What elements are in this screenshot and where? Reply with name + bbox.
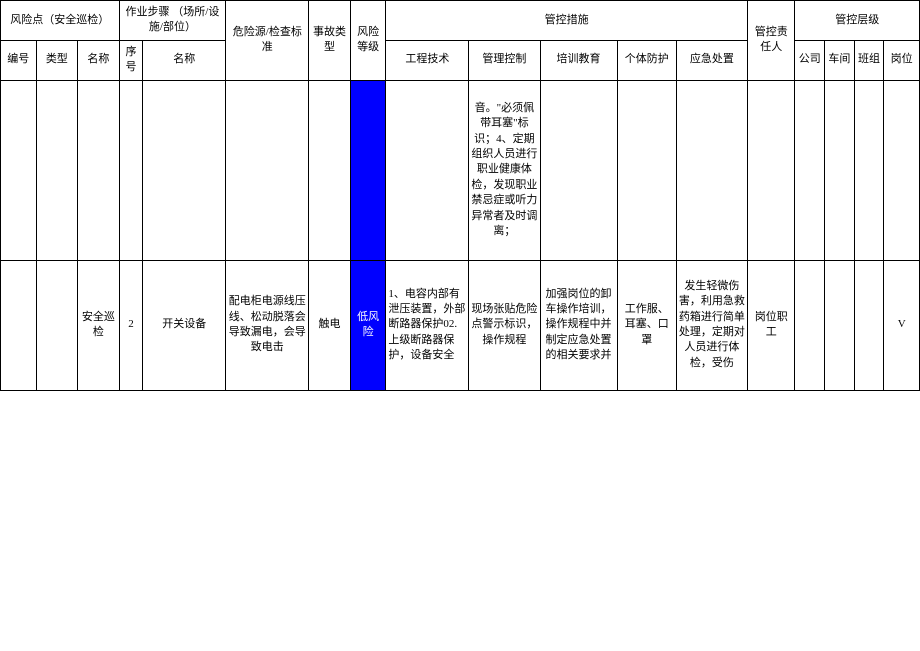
- table-row: 音。"必须佩带耳塞"标识；4、定期组织人员进行职业健康体检，发现职业禁忌症或听力…: [1, 80, 920, 260]
- header-name: 名称: [78, 40, 120, 80]
- cell-workshop: [825, 260, 855, 390]
- cell-ppe: [617, 80, 676, 260]
- cell-mgmtcontrol: 现场张贴危险点警示标识，操作规程: [469, 260, 540, 390]
- header-seq: 序号: [119, 40, 143, 80]
- table-row: 安全巡检 2 开关设备 配电柜电源线压线、松动脱落会导致漏电，会导致电击 触电 …: [1, 260, 920, 390]
- cell-training: [540, 80, 617, 260]
- cell-hazard: [226, 80, 309, 260]
- cell-team: [854, 80, 884, 260]
- header-training: 培训教育: [540, 40, 617, 80]
- cell-workshop: [825, 80, 855, 260]
- header-riskpoint: 风险点（安全巡检）: [1, 1, 120, 41]
- cell-company: [795, 260, 825, 390]
- header-accident: 事故类型: [309, 1, 351, 81]
- cell-responsible: 岗位职工: [748, 260, 795, 390]
- cell-accident: [309, 80, 351, 260]
- cell-name: [78, 80, 120, 260]
- header-team: 班组: [854, 40, 884, 80]
- header-controlmeasure: 管控措施: [386, 1, 748, 41]
- header-company: 公司: [795, 40, 825, 80]
- cell-accident: 触电: [309, 260, 351, 390]
- header-hazard: 危险源/检查标准: [226, 1, 309, 81]
- cell-training: 加强岗位的卸车操作培训，操作规程中并制定应急处置的相关要求并: [540, 260, 617, 390]
- header-controllevel: 管控层级: [795, 1, 920, 41]
- cell-risklevel: 低风险: [350, 260, 386, 390]
- cell-type: [36, 80, 78, 260]
- header-mgmtcontrol: 管理控制: [469, 40, 540, 80]
- cell-seq: [119, 80, 143, 260]
- header-workstep: 作业步骤 （场所/设施/部位）: [119, 1, 226, 41]
- cell-hazard: 配电柜电源线压线、松动脱落会导致漏电，会导致电击: [226, 260, 309, 390]
- header-type: 类型: [36, 40, 78, 80]
- cell-stepname: 开关设备: [143, 260, 226, 390]
- risk-table: 风险点（安全巡检） 作业步骤 （场所/设施/部位） 危险源/检查标准 事故类型 …: [0, 0, 920, 391]
- cell-emergency: 发生轻微伤害，利用急救药箱进行简单处理，定期对人员进行体检，受伤: [676, 260, 747, 390]
- header-stepname: 名称: [143, 40, 226, 80]
- cell-id: [1, 80, 37, 260]
- cell-ppe: 工作服、耳塞、口罩: [617, 260, 676, 390]
- cell-id: [1, 260, 37, 390]
- header-engineering: 工程技术: [386, 40, 469, 80]
- header-id: 编号: [1, 40, 37, 80]
- header-workshop: 车间: [825, 40, 855, 80]
- cell-risklevel: [350, 80, 386, 260]
- cell-name: 安全巡检: [78, 260, 120, 390]
- cell-post: V: [884, 260, 920, 390]
- cell-type: [36, 260, 78, 390]
- header-controlresp: 管控责任人: [748, 1, 795, 81]
- header-post: 岗位: [884, 40, 920, 80]
- cell-team: [854, 260, 884, 390]
- cell-seq: 2: [119, 260, 143, 390]
- cell-engineering: 1、电容内部有泄压装置，外部断路器保护02.上级断路器保护，设备安全: [386, 260, 469, 390]
- cell-stepname: [143, 80, 226, 260]
- cell-post: [884, 80, 920, 260]
- cell-responsible: [748, 80, 795, 260]
- cell-mgmtcontrol: 音。"必须佩带耳塞"标识；4、定期组织人员进行职业健康体检，发现职业禁忌症或听力…: [469, 80, 540, 260]
- cell-company: [795, 80, 825, 260]
- cell-engineering: [386, 80, 469, 260]
- header-risklevel: 风险等级: [350, 1, 386, 81]
- header-emergency: 应急处置: [676, 40, 747, 80]
- header-ppe: 个体防护: [617, 40, 676, 80]
- cell-emergency: [676, 80, 747, 260]
